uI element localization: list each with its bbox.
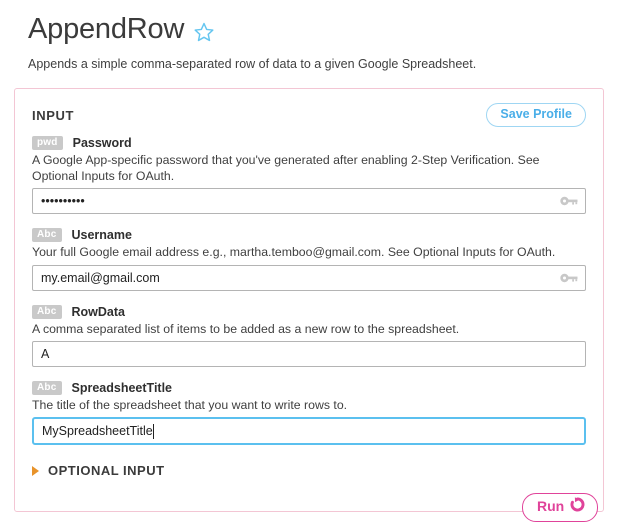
field-header: Abc SpreadsheetTitle (32, 380, 586, 395)
field-header: pwd Password (32, 136, 586, 150)
field-password: pwd Password A Google App-specific passw… (32, 136, 586, 215)
title-row: AppendRow (28, 13, 618, 46)
spreadsheettitle-input-wrap (32, 417, 586, 446)
input-fields: pwd Password A Google App-specific passw… (15, 127, 603, 446)
field-description-username: Your full Google email address e.g., mar… (32, 245, 556, 260)
type-badge-abc: Abc (32, 304, 62, 319)
field-header: Abc Username (32, 228, 586, 243)
input-panel: INPUT Save Profile pwd Password A Google… (14, 88, 604, 512)
type-badge-abc: Abc (32, 380, 62, 395)
field-description-spreadsheettitle: The title of the spreadsheet that you wa… (32, 397, 348, 412)
field-label-password: Password (72, 136, 132, 150)
spreadsheettitle-input[interactable] (32, 417, 586, 446)
field-spreadsheettitle: Abc SpreadsheetTitle The title of the sp… (32, 380, 586, 446)
type-badge-pwd: pwd (32, 136, 63, 150)
text-cursor (152, 424, 154, 440)
username-input-wrap (32, 264, 586, 291)
run-button-label: Run (537, 498, 565, 515)
triangle-right-icon (32, 465, 39, 476)
field-rowdata: Abc RowData A comma separated list of it… (32, 304, 586, 367)
field-username: Abc Username Your full Google email addr… (32, 228, 586, 291)
rowdata-input-wrap (32, 340, 586, 367)
rowdata-input[interactable] (32, 340, 586, 367)
field-label-username: Username (71, 228, 132, 243)
password-input-wrap (32, 188, 586, 215)
input-section-label: INPUT (32, 107, 74, 123)
field-description-password: A Google App-specific password that you'… (32, 153, 540, 184)
password-input[interactable] (32, 188, 586, 215)
refresh-circle-icon (570, 497, 585, 517)
star-icon[interactable] (193, 21, 215, 43)
optional-input-toggle[interactable]: OPTIONAL INPUT (15, 459, 603, 478)
save-profile-button[interactable]: Save Profile (486, 103, 586, 127)
type-badge-abc: Abc (32, 228, 62, 243)
optional-input-label: OPTIONAL INPUT (48, 463, 165, 479)
run-button[interactable]: Run (522, 493, 599, 522)
app-page: AppendRow Appends a simple comma-separat… (0, 0, 618, 529)
username-input[interactable] (32, 264, 586, 291)
input-panel-header: INPUT Save Profile (15, 89, 603, 127)
field-label-spreadsheettitle: SpreadsheetTitle (71, 380, 173, 395)
page-header: AppendRow Appends a simple comma-separat… (0, 0, 618, 73)
field-header: Abc RowData (32, 304, 586, 319)
page-title: AppendRow (28, 13, 185, 45)
page-subtitle: Appends a simple comma-separated row of … (28, 56, 477, 71)
field-description-rowdata: A comma separated list of items to be ad… (32, 321, 460, 336)
field-label-rowdata: RowData (71, 304, 125, 319)
